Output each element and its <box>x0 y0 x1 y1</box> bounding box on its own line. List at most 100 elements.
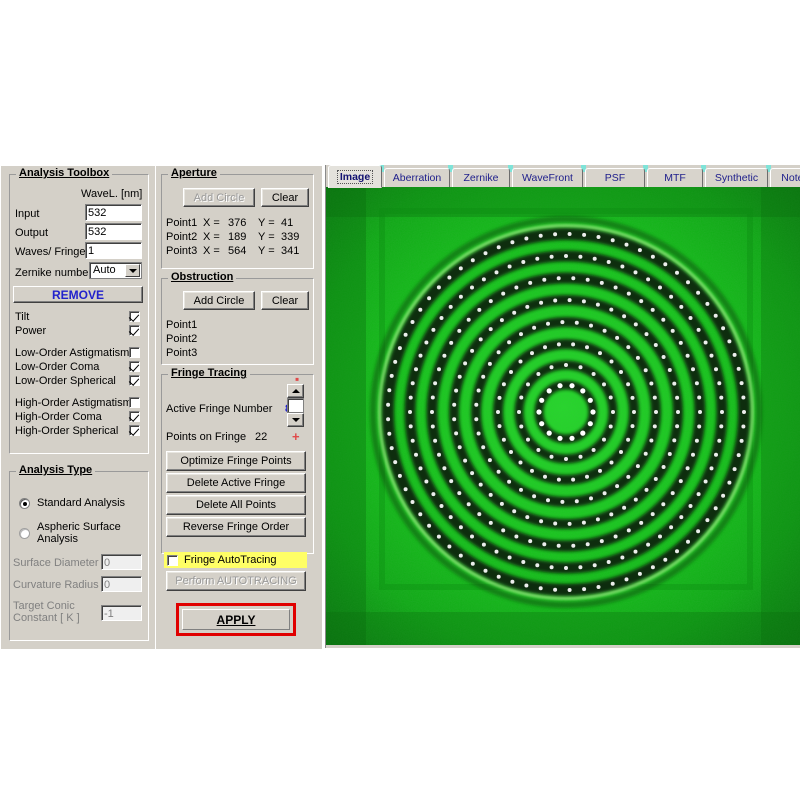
triangle-down-icon <box>292 418 300 422</box>
optimize-fringe-points-button[interactable]: Optimize Fringe Points <box>166 451 306 471</box>
radio-aspheric-surface-analysis-label-line1: Aspheric Surface <box>37 521 121 533</box>
left-controls-panel: Analysis Toolbox WaveL. [nm] Input 532 O… <box>0 165 156 649</box>
aperture-add-circle-button[interactable]: Add Circle <box>183 188 255 207</box>
optimize-fringe-points-label: Optimize Fringe Points <box>180 455 291 467</box>
obstruction-clear-label: Clear <box>272 295 298 307</box>
points-on-fringe-label: Points on Fringe <box>166 431 246 443</box>
zernike-number-value: Auto <box>93 264 116 276</box>
aberration-checkbox-low-order-astigmatism[interactable] <box>129 347 140 358</box>
output-wavelength-field[interactable]: 532 <box>85 223 142 240</box>
aberration-label-low-order-astigmatism: Low-Order Astigmatism <box>15 347 129 359</box>
aperture-point2-x-label: X = <box>203 231 220 243</box>
apply-button-frame: APPLY <box>176 603 296 636</box>
aberration-label-low-order-coma: Low-Order Coma <box>15 361 99 373</box>
tab-zernike[interactable]: Zernike <box>452 168 510 187</box>
fringe-tracing-title: Fringe Tracing <box>168 367 250 379</box>
aberration-checkbox-high-order-spherical[interactable] <box>129 425 140 436</box>
target-conic-constant-field[interactable]: -1 <box>101 605 142 621</box>
aberration-label-low-order-spherical: Low-Order Spherical <box>15 375 116 387</box>
active-fringe-number-label: Active Fringe Number <box>166 403 272 415</box>
tab-notes-label: Notes <box>781 172 800 184</box>
apply-button[interactable]: APPLY <box>182 609 290 630</box>
tab-wavefront[interactable]: WaveFront <box>512 168 583 187</box>
waves-per-fringe-field[interactable]: 1 <box>85 242 142 259</box>
tab-wavefront-label: WaveFront <box>522 172 573 184</box>
points-on-fringe-value: 22 <box>255 431 267 443</box>
plus-marker-icon: + <box>292 430 300 443</box>
aperture-clear-label: Clear <box>272 192 298 204</box>
aperture-point1-x-label: X = <box>203 217 220 229</box>
reverse-fringe-order-button[interactable]: Reverse Fringe Order <box>166 517 306 537</box>
waves-per-fringe-label: Waves/ Fringe <box>15 246 86 258</box>
fringe-spinner-field[interactable] <box>287 398 304 413</box>
aberration-label-power: Power <box>15 325 46 337</box>
curvature-radius-field[interactable]: 0 <box>101 576 142 592</box>
aberration-label-high-order-coma: High-Order Coma <box>15 411 102 423</box>
aberration-label-high-order-astigmatism: High-Order Astigmatism <box>15 397 132 409</box>
tab-image[interactable]: Image <box>328 165 382 188</box>
delete-active-fringe-label: Delete Active Fringe <box>187 477 285 489</box>
tab-psf-label: PSF <box>605 172 625 184</box>
radio-aspheric-surface-analysis[interactable] <box>19 528 30 539</box>
aberration-label-high-order-spherical: High-Order Spherical <box>15 425 118 437</box>
aberration-checkbox-high-order-coma[interactable] <box>129 411 140 422</box>
aberration-checkbox-high-order-astigmatism[interactable] <box>129 397 140 408</box>
aberration-checkbox-low-order-spherical[interactable] <box>129 375 140 386</box>
radio-standard-analysis[interactable] <box>19 498 30 509</box>
aberration-checkbox-tilt[interactable] <box>129 311 140 322</box>
triangle-up-icon <box>292 389 300 393</box>
surface-diameter-label: Surface Diameter <box>13 557 99 569</box>
perform-autotracing-button[interactable]: Perform AUTOTRACING <box>166 571 306 591</box>
output-label: Output <box>15 227 48 239</box>
tab-image-label: Image <box>337 170 373 184</box>
aberration-checkbox-power[interactable] <box>129 325 140 336</box>
aperture-point1-x-value: 376 <box>228 217 246 229</box>
surface-diameter-field[interactable]: 0 <box>101 554 142 570</box>
zernike-number-label: Zernike number <box>15 267 92 279</box>
fringe-spinner-down-button[interactable] <box>287 413 304 427</box>
apply-button-label: APPLY <box>217 613 256 627</box>
perform-autotracing-label: Perform AUTOTRACING <box>175 575 296 587</box>
aperture-point3-y-label: Y = <box>258 245 275 257</box>
delete-active-fringe-button[interactable]: Delete Active Fringe <box>166 473 306 493</box>
tab-notes[interactable]: Notes <box>770 168 800 187</box>
interferogram-image[interactable] <box>326 187 800 645</box>
interferometry-application-window: Analysis Toolbox WaveL. [nm] Input 532 O… <box>0 165 800 648</box>
aperture-point2-y-label: Y = <box>258 231 275 243</box>
delete-all-points-button[interactable]: Delete All Points <box>166 495 306 515</box>
zernike-number-select[interactable]: Auto <box>89 262 142 279</box>
fringe-spinner-up-button[interactable] <box>287 384 304 398</box>
tab-synthetic-label: Synthetic <box>715 172 758 184</box>
chevron-down-icon[interactable] <box>125 264 140 277</box>
input-wavelength-field[interactable]: 532 <box>85 204 142 221</box>
remove-button[interactable]: REMOVE <box>13 286 143 303</box>
obstruction-add-circle-label: Add Circle <box>194 295 245 307</box>
aperture-title: Aperture <box>168 167 220 179</box>
aperture-point1-y-value: 41 <box>281 217 293 229</box>
fringe-autotracing-checkbox[interactable] <box>167 555 178 566</box>
aperture-clear-button[interactable]: Clear <box>261 188 309 207</box>
target-conic-constant-label-line2: Constant [ K ] <box>13 612 80 624</box>
fringe-pattern-svg <box>326 187 800 645</box>
aperture-point2-name: Point2 <box>166 231 197 243</box>
aperture-point2-x-value: 189 <box>228 231 246 243</box>
aperture-point3-x-label: X = <box>203 245 220 257</box>
aperture-point1-name: Point1 <box>166 217 197 229</box>
fringe-autotracing-label: Fringe AutoTracing <box>184 554 277 566</box>
tab-aberration-label: Aberration <box>393 172 441 184</box>
tab-mtf[interactable]: MTF <box>647 168 703 187</box>
tab-psf[interactable]: PSF <box>585 168 645 187</box>
tab-aberration[interactable]: Aberration <box>384 168 450 187</box>
tab-synthetic[interactable]: Synthetic <box>705 168 768 187</box>
reverse-fringe-order-label: Reverse Fringe Order <box>183 521 289 533</box>
aberration-checkbox-low-order-coma[interactable] <box>129 361 140 372</box>
aperture-point3-x-value: 564 <box>228 245 246 257</box>
obstruction-point3-name: Point3 <box>166 347 197 359</box>
tab-zernike-label: Zernike <box>463 172 498 184</box>
obstruction-add-circle-button[interactable]: Add Circle <box>183 291 255 310</box>
input-label: Input <box>15 208 39 220</box>
view-tabs: Image Aberration Zernike WaveFront PSF M… <box>326 165 800 187</box>
obstruction-title: Obstruction <box>168 271 236 283</box>
obstruction-point2-name: Point2 <box>166 333 197 345</box>
obstruction-clear-button[interactable]: Clear <box>261 291 309 310</box>
